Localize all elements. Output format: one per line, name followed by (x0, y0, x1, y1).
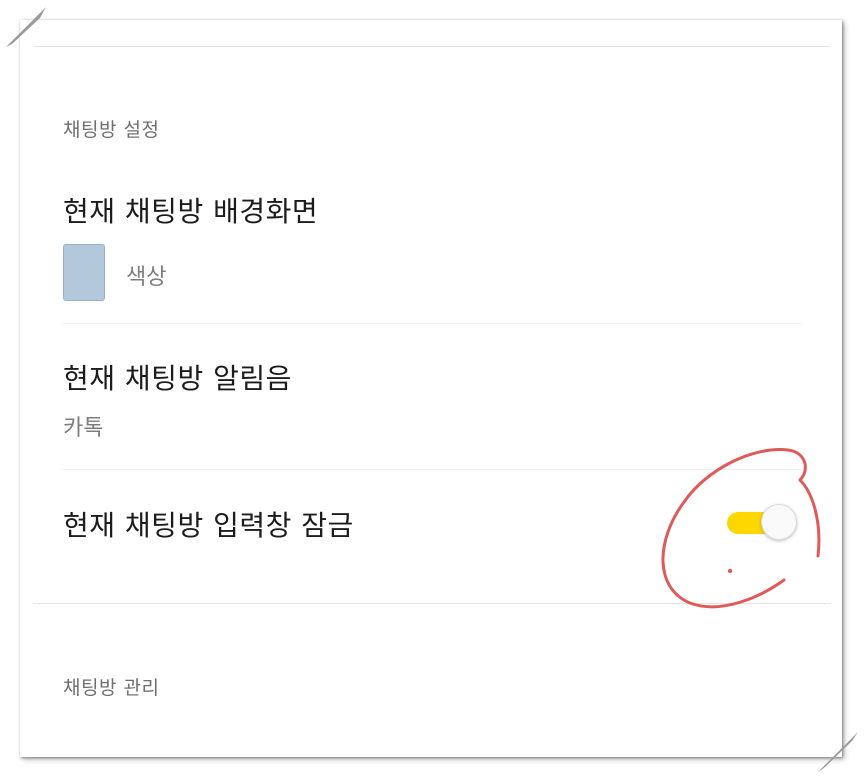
row-divider (63, 323, 801, 324)
row-divider (63, 469, 801, 470)
top-divider (33, 46, 831, 47)
section-divider (33, 603, 831, 604)
toggle-knob (761, 504, 797, 540)
notification-sound-value: 카톡 (63, 416, 104, 441)
section-title-chatroom-management: 채팅방 관리 (63, 677, 160, 699)
setting-title-background: 현재 채팅방 배경화면 (63, 195, 319, 228)
section-title-chatroom-settings: 채팅방 설정 (63, 119, 160, 141)
input-lock-toggle[interactable] (725, 503, 799, 541)
settings-screen: 채팅방 설정 현재 채팅방 배경화면 색상 현재 채팅방 알림음 카톡 현재 채… (20, 20, 842, 757)
setting-title-notification-sound: 현재 채팅방 알림음 (63, 362, 292, 395)
background-color-swatch (63, 244, 105, 301)
background-value-label: 색상 (126, 265, 167, 290)
setting-title-input-lock: 현재 채팅방 입력창 잠금 (63, 509, 354, 542)
